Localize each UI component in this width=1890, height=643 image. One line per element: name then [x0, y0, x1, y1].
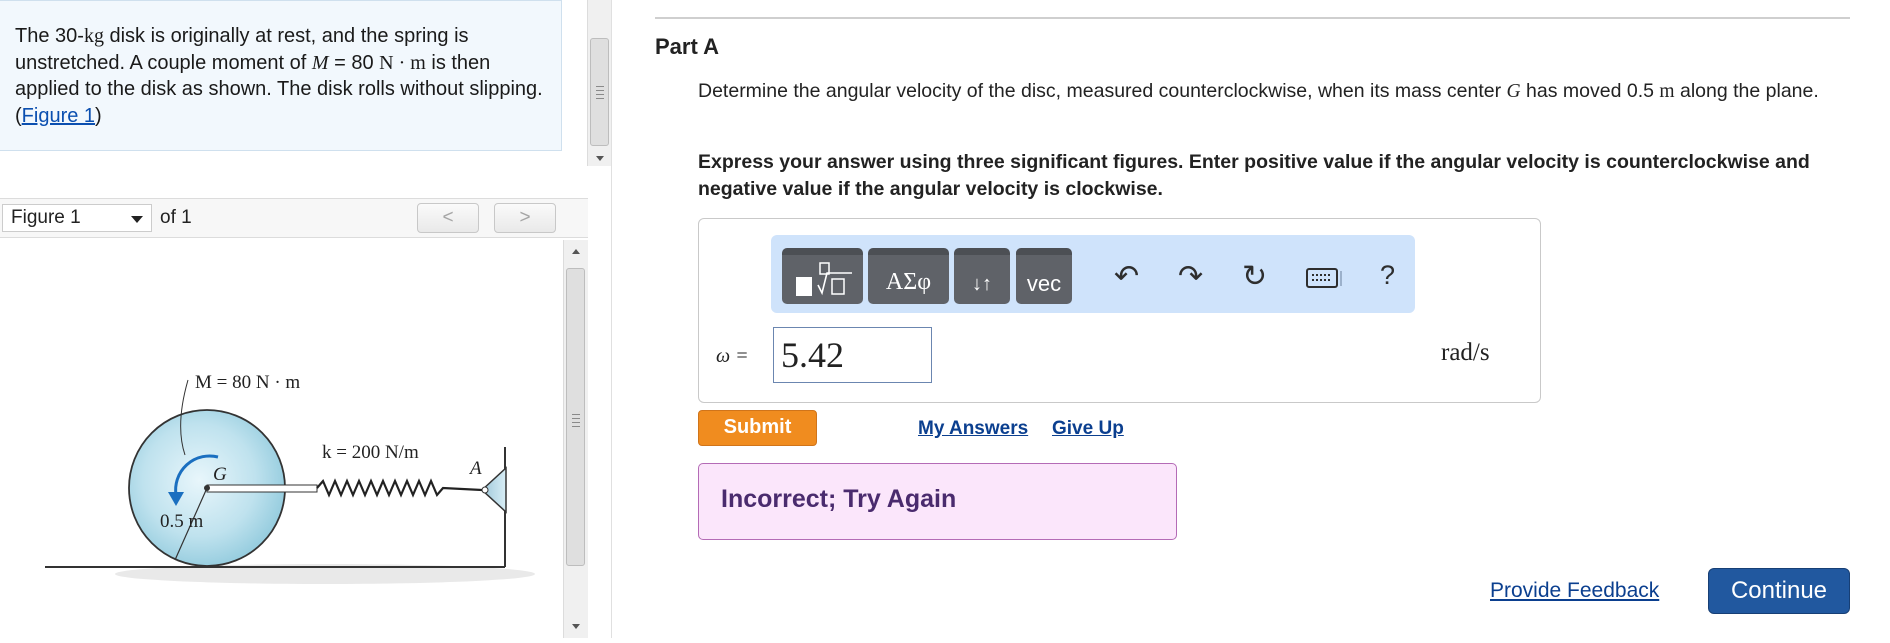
- problem-text: The 30-: [15, 25, 84, 47]
- provide-feedback-link[interactable]: Provide Feedback: [1490, 579, 1659, 603]
- problem-statement: The 30-kg disk is originally at rest, an…: [0, 0, 562, 151]
- question-text-part: has moved 0.5: [1520, 80, 1660, 102]
- figure-panel: M = 80 N · m k = 200 N/m A G 0.5 m: [0, 240, 563, 638]
- question-unit: m: [1659, 81, 1675, 102]
- scroll-down-icon[interactable]: [596, 156, 604, 161]
- sort-label: ↓↑: [972, 273, 992, 295]
- spring-constant-label: k = 200 N/m: [322, 442, 419, 463]
- problem-text: = 80: [328, 51, 380, 74]
- question-symbol: G: [1506, 81, 1521, 102]
- answer-unit: rad/s: [1441, 339, 1490, 366]
- reset-icon[interactable]: ↻: [1242, 262, 1267, 292]
- answer-variable-label: ω =: [716, 345, 749, 368]
- feedback-message: Incorrect; Try Again: [698, 463, 1177, 540]
- moment-symbol: M: [311, 51, 329, 74]
- problem-scrollbar[interactable]: [587, 0, 612, 166]
- mass-unit: kg: [83, 25, 104, 47]
- radius-label: 0.5 m: [160, 511, 204, 532]
- moment-unit: N · m: [379, 51, 426, 74]
- continue-button[interactable]: Continue: [1708, 568, 1850, 614]
- scroll-up-icon[interactable]: [572, 249, 580, 254]
- greek-label: ΑΣφ: [885, 269, 932, 295]
- redo-icon[interactable]: ↷: [1178, 262, 1203, 292]
- keyboard-icon[interactable]: [1306, 268, 1342, 288]
- scrollbar-thumb[interactable]: [566, 268, 585, 566]
- question-text: Determine the angular velocity of the di…: [698, 78, 1828, 105]
- templates-icon: [796, 262, 852, 296]
- figure-scrollbar[interactable]: [563, 240, 588, 638]
- question-text-part: Determine the angular velocity of the di…: [698, 80, 1507, 102]
- greek-button[interactable]: ΑΣφ: [868, 248, 949, 304]
- help-icon[interactable]: ?: [1380, 262, 1395, 289]
- moment-label: M = 80 N · m: [195, 372, 300, 393]
- undo-icon[interactable]: ↶: [1114, 262, 1139, 292]
- figure-toolbar: Figure 1 of 1 < >: [0, 198, 588, 238]
- vector-button[interactable]: vec: [1016, 248, 1072, 304]
- point-a-label: A: [468, 458, 482, 479]
- scroll-down-icon[interactable]: [572, 624, 580, 629]
- disk-spring-diagram: M = 80 N · m k = 200 N/m A G 0.5 m: [45, 372, 535, 584]
- answer-input[interactable]: 5.42: [773, 327, 932, 383]
- scrollbar-thumb[interactable]: [590, 38, 609, 146]
- question-text-part: along the plane.: [1674, 80, 1819, 102]
- math-toolbar: ΑΣφ ↓↑ vec ↶ ↷ ↻ ?: [771, 235, 1415, 313]
- problem-text: ): [95, 104, 102, 127]
- figure-count: of 1: [160, 207, 192, 228]
- mass-center-label: G: [213, 464, 227, 485]
- give-up-link[interactable]: Give Up: [1052, 418, 1124, 440]
- chevron-down-icon: [131, 216, 143, 223]
- omega-label: ω =: [716, 345, 749, 367]
- figure-select-value: Figure 1: [11, 207, 81, 228]
- submit-button[interactable]: Submit: [698, 410, 817, 446]
- vec-label: vec: [1026, 271, 1062, 296]
- sort-button[interactable]: ↓↑: [954, 248, 1010, 304]
- prev-figure-button[interactable]: <: [417, 203, 479, 233]
- part-separator: [655, 17, 1850, 19]
- figure-link[interactable]: Figure 1: [22, 105, 95, 127]
- my-answers-link[interactable]: My Answers: [918, 418, 1028, 440]
- part-title: Part A: [655, 34, 719, 59]
- templates-button[interactable]: [782, 248, 863, 304]
- column-divider: [611, 0, 612, 638]
- figure-select[interactable]: Figure 1: [2, 204, 152, 232]
- answer-instructions: Express your answer using three signific…: [698, 151, 1810, 200]
- next-figure-button[interactable]: >: [494, 203, 556, 233]
